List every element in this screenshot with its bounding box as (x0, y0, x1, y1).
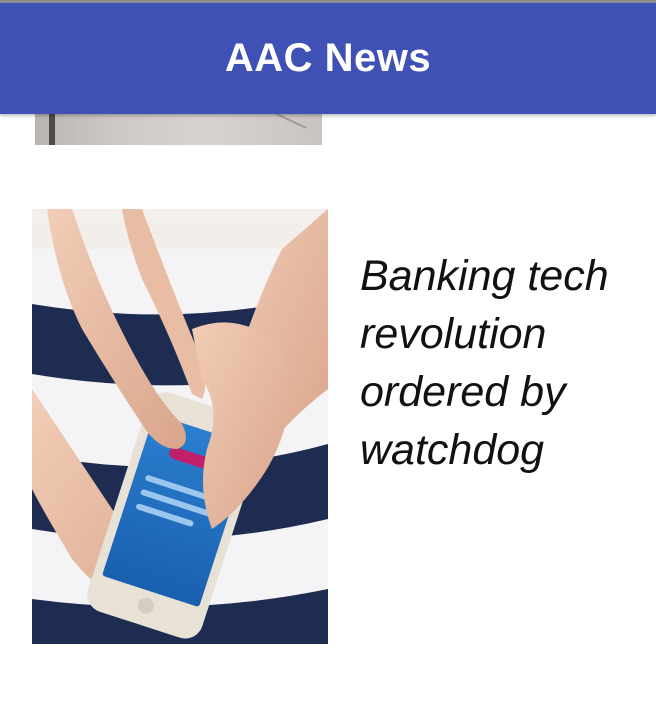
list-item[interactable]: Banking tech revolution ordered by watch… (32, 209, 632, 644)
news-headline[interactable]: Banking tech revolution ordered by watch… (360, 247, 620, 479)
app-title: AAC News (224, 36, 432, 80)
news-thumbnail[interactable] (32, 209, 328, 644)
app-bar: AAC News (0, 3, 656, 114)
phone-banking-photo-icon (32, 209, 328, 644)
